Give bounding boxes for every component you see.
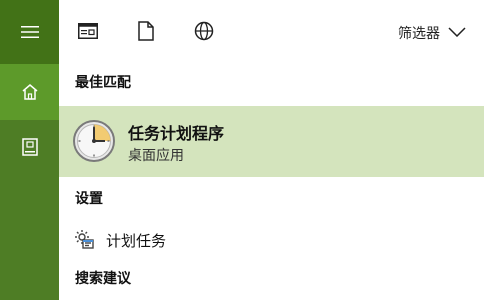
filter-bar: 筛选器: [59, 0, 484, 64]
notebook-button[interactable]: [0, 120, 59, 174]
clock-icon: [71, 118, 117, 164]
search-suggestions-heading: 搜索建议: [75, 271, 131, 287]
filter-label: 筛选器: [398, 26, 440, 42]
left-rail: [0, 0, 59, 300]
web-filter-button[interactable]: [193, 21, 215, 45]
result-title: 任务计划程序: [128, 124, 225, 143]
apps-icon: [78, 23, 98, 43]
results-list: 最佳匹配 任务计划程序 桌面应用 设置 计划任务 搜索建议: [59, 64, 484, 300]
chevron-down-icon: [448, 25, 466, 41]
filter-dropdown[interactable]: 筛选器: [398, 22, 466, 44]
gear-icon: [73, 228, 95, 250]
hamburger-icon: [20, 25, 39, 39]
best-match-result[interactable]: 任务计划程序 桌面应用: [59, 106, 484, 177]
document-icon: [138, 21, 154, 45]
result-subtitle: 桌面应用: [128, 148, 184, 164]
documents-filter-button[interactable]: [135, 21, 157, 45]
best-match-heading: 最佳匹配: [75, 75, 131, 91]
home-button[interactable]: [0, 64, 59, 120]
globe-icon: [194, 21, 214, 45]
settings-heading: 设置: [75, 191, 103, 207]
setting-item-label: 计划任务: [106, 232, 167, 250]
search-panel: 筛选器 最佳匹配 任务计划程序 桌面应用 设置 计划任务 搜索建议: [0, 0, 484, 300]
menu-button[interactable]: [0, 0, 59, 64]
setting-item[interactable]: 计划任务: [59, 222, 484, 254]
notebook-icon: [21, 138, 38, 156]
home-icon: [21, 83, 39, 101]
apps-filter-button[interactable]: [77, 22, 99, 44]
